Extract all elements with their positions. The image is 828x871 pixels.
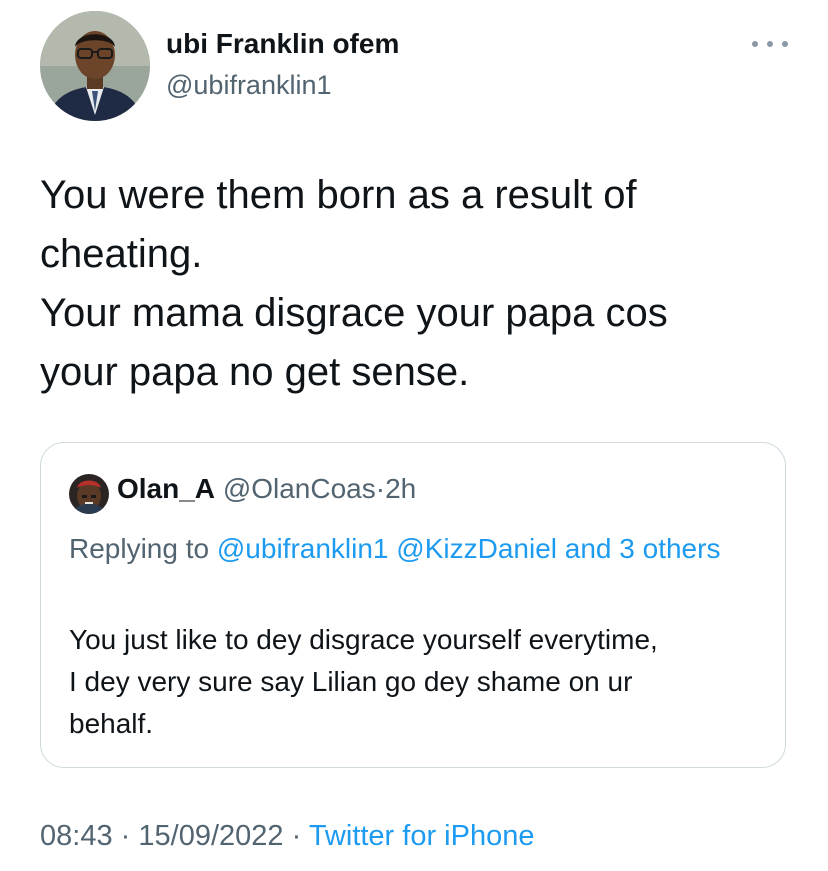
mention-link[interactable]: @ubifranklin1 [217, 533, 389, 564]
meta-separator: · [291, 820, 302, 852]
quoted-body-line: I dey very sure say Lilian go dey shame … [69, 666, 633, 697]
author-handle[interactable]: @ubifranklin1 [166, 70, 332, 101]
more-horizontal-icon-dot [767, 41, 773, 47]
quoted-tweet-body: You just like to dey disgrace yourself e… [69, 619, 769, 745]
more-horizontal-icon [752, 41, 758, 47]
replying-to-label: Replying to [69, 533, 210, 564]
tweet-date[interactable]: 15/09/2022 [138, 820, 283, 852]
replying-others-link[interactable]: and 3 others [565, 533, 721, 564]
tweet-text: You were them born as a result of cheati… [40, 166, 800, 402]
tweet-text-line: You were them born as a result of [40, 173, 637, 217]
author-display-name[interactable]: ubi Franklin ofem [166, 28, 399, 60]
replying-to-line: Replying to @ubifranklin1 @KizzDaniel an… [69, 527, 769, 571]
meta-separator: · [120, 820, 131, 852]
tweet-author-avatar[interactable] [40, 11, 150, 121]
quoted-author-handle[interactable]: @OlanCoas [223, 473, 376, 504]
replying-others-label: others [642, 533, 721, 564]
quoted-tweet-header: Olan_A @OlanCoas·2h [117, 473, 416, 505]
tweet-text-line: cheating. [40, 232, 203, 276]
tweet-text-line: your papa no get sense. [40, 350, 470, 394]
more-horizontal-icon-dot [782, 41, 788, 47]
quoted-tweet-card[interactable]: Olan_A @OlanCoas·2h Replying to @ubifran… [40, 442, 786, 768]
tweet-source-link[interactable]: Twitter for iPhone [309, 820, 535, 852]
tweet-time[interactable]: 08:43 [40, 820, 113, 852]
replying-and-count: and 3 [564, 533, 635, 564]
quoted-body-line: behalf. [69, 708, 154, 739]
quoted-tweet-time[interactable]: 2h [385, 473, 416, 504]
quoted-author-name[interactable]: Olan_A [117, 473, 215, 504]
tweet-text-line: Your mama disgrace your papa cos [40, 291, 668, 335]
mention-link[interactable]: @KizzDaniel [396, 533, 557, 564]
quoted-author-avatar[interactable] [69, 474, 109, 514]
more-options-button[interactable] [752, 30, 788, 58]
quoted-body-line: You just like to dey disgrace yourself e… [69, 624, 658, 655]
header-separator: · [375, 473, 386, 504]
tweet-meta-line: 08:43 · 15/09/2022 · Twitter for iPhone [40, 820, 534, 853]
